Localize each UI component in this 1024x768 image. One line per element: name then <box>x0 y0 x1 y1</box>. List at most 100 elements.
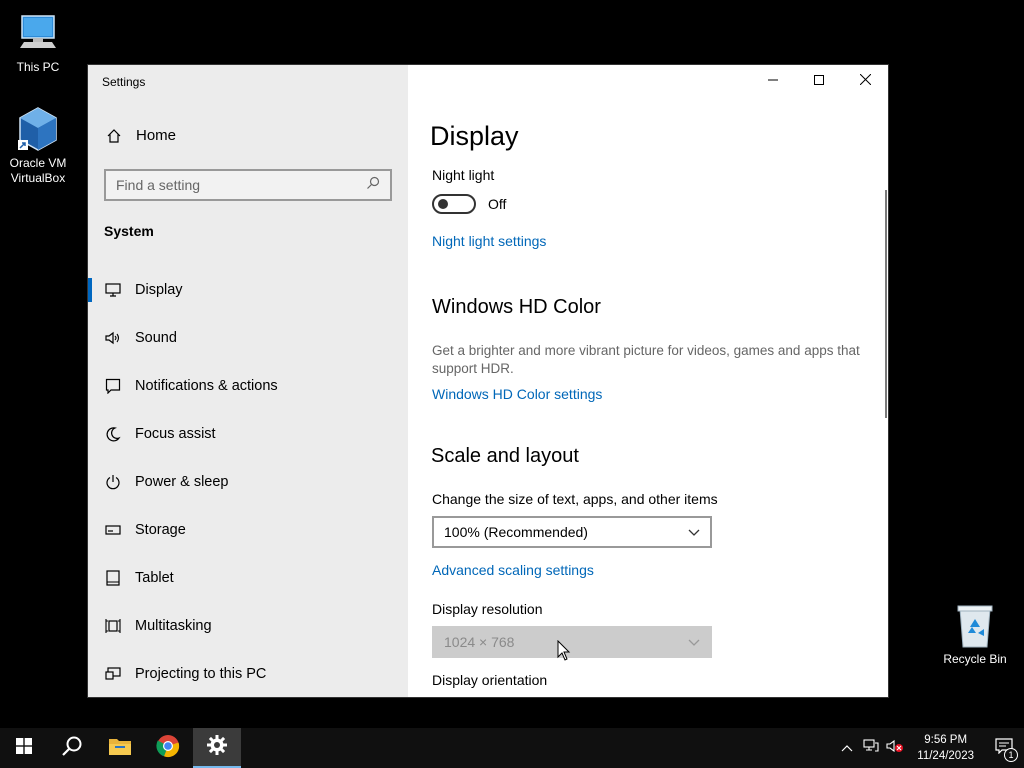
resolution-dropdown-value: 1024 × 768 <box>444 634 515 650</box>
file-explorer-icon <box>108 736 132 761</box>
sidebar-item-projecting[interactable]: Projecting to this PC <box>88 650 408 697</box>
desktop-icon-recycle-bin[interactable]: Recycle Bin <box>937 602 1013 667</box>
window-controls <box>750 65 888 97</box>
chrome-icon <box>156 734 180 763</box>
scrollbar[interactable] <box>885 190 887 418</box>
home-label: Home <box>136 127 177 144</box>
search-icon[interactable] <box>366 176 380 195</box>
sidebar-item-label: Tablet <box>135 570 174 586</box>
orientation-label: Display orientation <box>432 672 548 688</box>
minimize-icon <box>768 72 778 90</box>
night-light-toggle-row: Off <box>432 194 506 214</box>
storage-icon <box>104 521 122 539</box>
hd-color-description: Get a brighter and more vibrant picture … <box>432 343 860 376</box>
chevron-down-icon <box>688 524 700 540</box>
window-title: Settings <box>102 75 146 89</box>
moon-icon <box>104 425 122 443</box>
mouse-cursor-icon <box>557 639 571 667</box>
minimize-button[interactable] <box>750 65 796 97</box>
clock[interactable]: 9:56 PM 11/24/2023 <box>907 732 984 764</box>
sidebar-item-sound[interactable]: Sound <box>88 314 408 362</box>
sidebar-nav: Display Sound Notifications & actions Fo… <box>88 266 408 697</box>
maximize-button[interactable] <box>796 65 842 97</box>
sidebar-item-label: Projecting to this PC <box>135 666 267 682</box>
tablet-icon <box>104 569 122 587</box>
volume-muted-icon <box>886 739 904 758</box>
sidebar-item-label: Sound <box>135 330 177 346</box>
hd-color-heading: Windows HD Color <box>432 296 601 318</box>
desktop-icon-this-pc[interactable]: This PC <box>0 10 76 75</box>
close-button[interactable] <box>842 65 888 97</box>
taskbar: 9:56 PM 11/24/2023 1 <box>0 728 1024 768</box>
advanced-scaling-link[interactable]: Advanced scaling settings <box>432 562 594 578</box>
resolution-dropdown[interactable]: 1024 × 768 <box>432 626 712 658</box>
network-icon <box>863 738 879 758</box>
desktop-icon-virtualbox[interactable]: Oracle VM VirtualBox <box>0 106 76 186</box>
clock-date: 11/24/2023 <box>917 750 974 762</box>
desktop-icon-label: Oracle VM VirtualBox <box>9 156 67 185</box>
search-box[interactable] <box>104 169 392 201</box>
network-button[interactable] <box>859 728 883 768</box>
sidebar-item-label: Focus assist <box>135 426 216 442</box>
sidebar-item-label: Display <box>135 282 183 298</box>
night-light-label: Night light <box>432 167 495 183</box>
sidebar-group-label: System <box>104 223 154 239</box>
sidebar-item-notifications[interactable]: Notifications & actions <box>88 362 408 410</box>
recycle-bin-icon <box>951 602 999 650</box>
scale-layout-heading: Scale and layout <box>431 445 579 467</box>
settings-icon <box>206 734 228 761</box>
night-light-settings-link[interactable]: Night light settings <box>432 233 546 249</box>
text-size-label: Change the size of text, apps, and other… <box>432 491 718 507</box>
projecting-icon <box>104 665 122 683</box>
sidebar-item-label: Multitasking <box>135 618 212 634</box>
chevron-up-icon <box>841 739 853 757</box>
sidebar-item-label: Storage <box>135 522 186 538</box>
notification-icon <box>104 377 122 395</box>
speaker-icon <box>104 329 122 347</box>
taskbar-file-explorer[interactable] <box>96 728 144 768</box>
settings-window: Settings Home System Display <box>88 65 888 697</box>
sidebar-item-storage[interactable]: Storage <box>88 506 408 554</box>
content-pane: Display Night light Off Night light sett… <box>408 65 888 697</box>
scale-dropdown[interactable]: 100% (Recommended) <box>432 516 712 548</box>
maximize-icon <box>814 72 824 90</box>
toggle-knob <box>438 199 448 209</box>
taskbar-search-button[interactable] <box>48 728 96 768</box>
sidebar-item-focus-assist[interactable]: Focus assist <box>88 410 408 458</box>
volume-button[interactable] <box>883 728 907 768</box>
start-button[interactable] <box>0 728 48 768</box>
close-icon <box>859 72 871 90</box>
show-hidden-icons-button[interactable] <box>835 728 859 768</box>
desktop-icon-label: This PC <box>16 60 60 74</box>
this-pc-icon <box>14 10 62 58</box>
resolution-label: Display resolution <box>432 601 543 617</box>
search-input[interactable] <box>116 177 356 193</box>
start-icon <box>16 737 32 759</box>
home-icon <box>104 128 124 144</box>
power-icon <box>104 473 122 491</box>
chevron-down-icon <box>688 634 700 650</box>
night-light-toggle[interactable] <box>432 194 476 214</box>
sidebar: Settings Home System Display <box>88 65 408 697</box>
monitor-icon <box>104 281 122 299</box>
hd-color-settings-link[interactable]: Windows HD Color settings <box>432 386 602 402</box>
sidebar-item-tablet[interactable]: Tablet <box>88 554 408 602</box>
sidebar-item-multitasking[interactable]: Multitasking <box>88 602 408 650</box>
taskbar-settings[interactable] <box>193 728 241 768</box>
taskbar-chrome[interactable] <box>144 728 192 768</box>
sidebar-item-label: Notifications & actions <box>135 378 278 394</box>
sidebar-item-power-sleep[interactable]: Power & sleep <box>88 458 408 506</box>
action-center-button[interactable]: 1 <box>984 728 1024 768</box>
night-light-state: Off <box>488 196 507 212</box>
sidebar-item-label: Power & sleep <box>135 474 229 490</box>
page-title: Display <box>430 121 519 151</box>
sidebar-item-display[interactable]: Display <box>88 266 408 314</box>
notification-count-badge: 1 <box>1004 748 1018 762</box>
sidebar-home[interactable]: Home <box>104 127 176 144</box>
clock-time: 9:56 PM <box>924 734 968 746</box>
scale-dropdown-value: 100% (Recommended) <box>444 524 588 540</box>
virtualbox-icon <box>14 106 62 154</box>
desktop-icon-label: Recycle Bin <box>943 652 1007 666</box>
system-tray: 9:56 PM 11/24/2023 1 <box>835 728 1024 768</box>
multitasking-icon <box>104 617 122 635</box>
